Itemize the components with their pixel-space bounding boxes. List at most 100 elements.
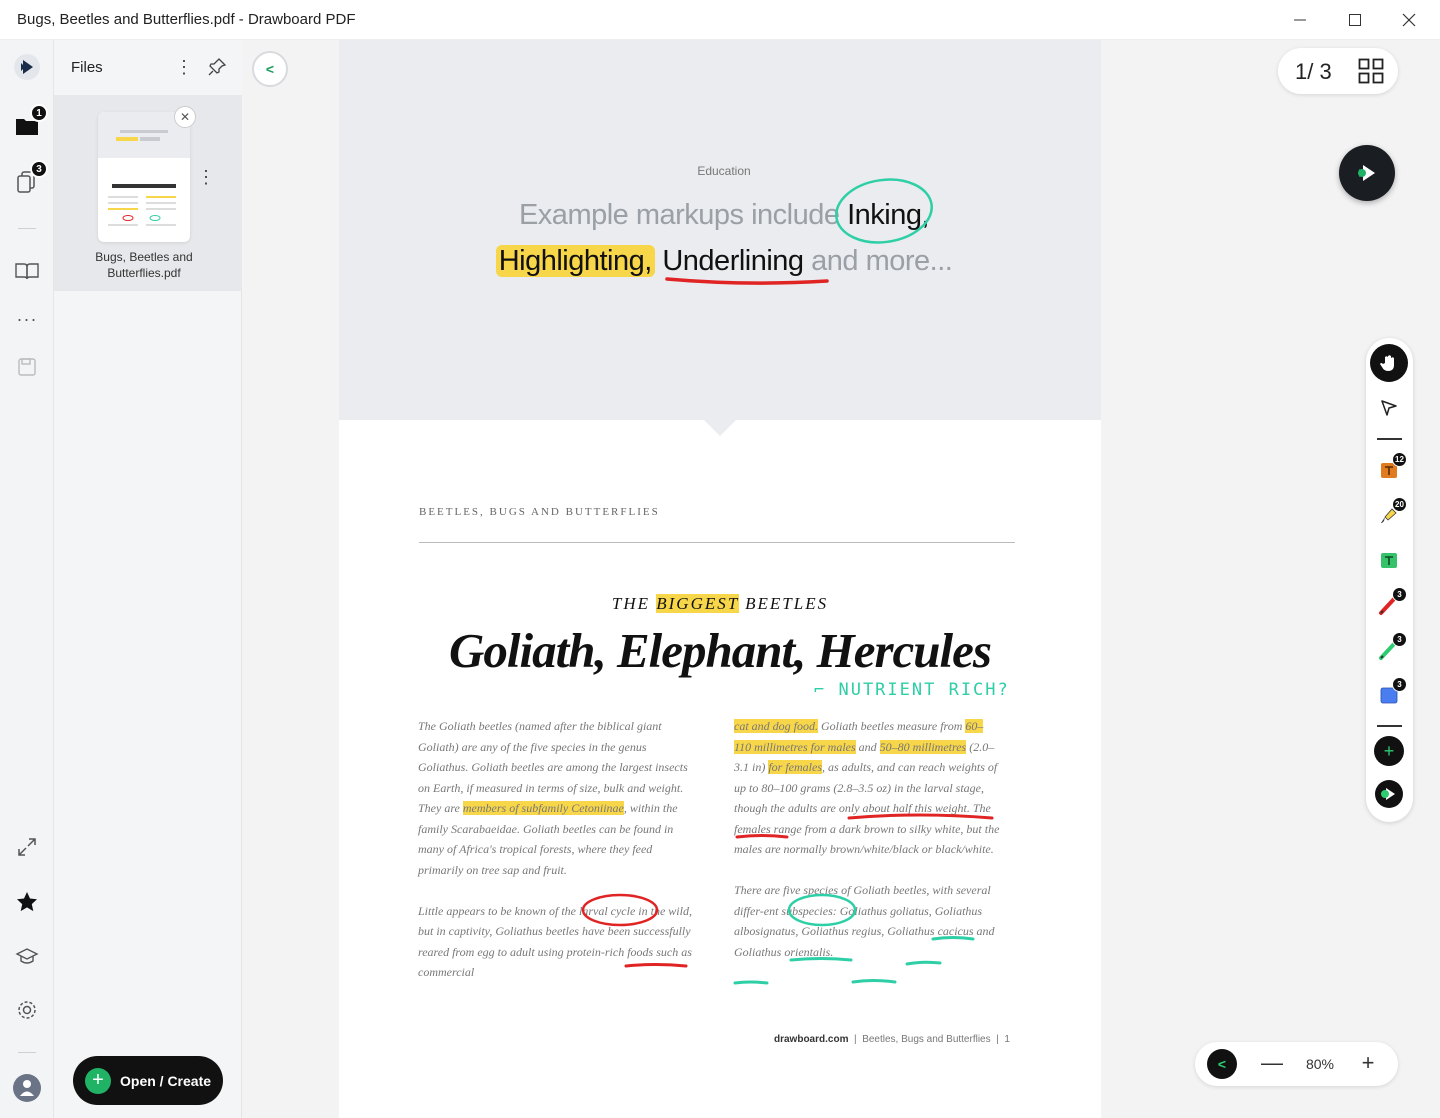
select-tool-button[interactable] — [1370, 389, 1408, 427]
file-menu-button[interactable]: ⋮ — [197, 167, 209, 188]
page-footer: drawboard.com | Beetles, Bugs and Butter… — [774, 1034, 1010, 1045]
gear-icon — [16, 999, 38, 1021]
footer-page-number: 1 — [1004, 1034, 1010, 1045]
files-panel-title: Files — [71, 59, 103, 76]
text-run: Goliath beetles measure from — [818, 719, 965, 733]
pan-tool-button[interactable] — [1370, 344, 1408, 382]
open-create-label: Open / Create — [120, 1073, 211, 1089]
app-logo-button[interactable] — [9, 49, 45, 85]
files-folder-button[interactable]: 1 — [9, 108, 45, 144]
pin-icon — [207, 57, 227, 77]
pin-panel-button[interactable] — [204, 54, 230, 80]
zoom-back-button[interactable]: < — [1207, 1049, 1237, 1079]
assistant-fab-button[interactable] — [1339, 145, 1395, 201]
documents-count-badge: 3 — [30, 160, 48, 178]
shape-tool-button[interactable]: 3 — [1370, 676, 1408, 714]
add-tool-button[interactable]: + — [1370, 732, 1408, 770]
drawboard-tools-button[interactable] — [1370, 775, 1408, 813]
current-page: 1 — [1295, 59, 1307, 84]
doc-divider — [419, 542, 1015, 543]
toolbar-divider — [1377, 438, 1402, 440]
library-button[interactable] — [9, 253, 45, 289]
files-panel: Files ⋮ — [54, 40, 242, 1118]
maximize-button[interactable] — [1328, 0, 1382, 40]
zoom-in-button[interactable]: + — [1355, 1049, 1381, 1079]
text-comment-tool-button[interactable] — [1370, 541, 1408, 579]
minimize-button[interactable] — [1273, 0, 1327, 40]
hero-line-1: Example markups include Inking, — [339, 192, 1109, 238]
doc-title: Goliath, Elephant, Hercules — [339, 622, 1101, 679]
category-label: Education — [339, 164, 1109, 178]
left-column: The Goliath beetles (named after the bib… — [418, 716, 698, 1003]
green-pen-tool-button[interactable]: 3 — [1370, 631, 1408, 669]
file-name-label: Bugs, Beetles and Butterflies.pdf — [74, 249, 214, 281]
hero-text: Example markups include Inking, Highligh… — [339, 192, 1109, 284]
highlighter-badge: 20 — [1392, 497, 1407, 512]
hero-inking-text: Inking, — [847, 199, 929, 231]
expand-icon — [16, 836, 38, 858]
doc-kicker: BEETLES, BUGS AND BUTTERFLIES — [419, 506, 660, 518]
open-documents-button[interactable]: 3 — [9, 164, 45, 200]
plus-icon: + — [1374, 736, 1404, 766]
text-run: , as adults, and can reach weights of up… — [734, 760, 999, 856]
highlighter-tool-button[interactable]: 20 — [1370, 496, 1408, 534]
subtitle-beetles: BEETLES — [745, 594, 828, 613]
text-run: and — [856, 740, 880, 754]
right-column: cat and dog food. Goliath beetles measur… — [734, 716, 1000, 983]
footer-site: drawboard.com — [774, 1034, 848, 1045]
footer-title: Beetles, Bugs and Butterflies — [862, 1034, 990, 1045]
book-open-icon — [14, 261, 40, 281]
thumbnail-preview-icon — [98, 112, 190, 242]
green-pen-badge: 3 — [1392, 632, 1407, 647]
hero-line-2: Highlighting, Underlining and more... — [339, 238, 1109, 284]
file-list-item[interactable]: ✕ ⋮ Bugs, Beetles and Butterflies.pdf — [54, 95, 242, 291]
save-button[interactable] — [9, 349, 45, 385]
pdf-page[interactable]: Education Example markups include Inking… — [339, 40, 1101, 1118]
learn-button[interactable] — [9, 939, 45, 975]
footer-separator: | — [854, 1034, 857, 1045]
open-create-button[interactable]: + Open / Create — [73, 1056, 223, 1105]
close-window-button[interactable] — [1382, 0, 1436, 40]
zoom-level[interactable]: 80% — [1297, 1056, 1343, 1072]
total-pages: 3 — [1320, 59, 1332, 84]
hero-underlining-text: Underlining — [662, 245, 803, 277]
drawboard-logo-icon — [1353, 159, 1381, 187]
favorites-button[interactable] — [9, 884, 45, 920]
settings-button[interactable] — [9, 992, 45, 1028]
doc-subtitle: THE BIGGEST BEETLES — [339, 594, 1101, 614]
folder-count-badge: 1 — [30, 104, 48, 122]
text-tool-badge: 12 — [1392, 452, 1407, 467]
right-paragraph-1: cat and dog food. Goliath beetles measur… — [734, 716, 1000, 860]
fullscreen-button[interactable] — [9, 829, 45, 865]
cursor-arrow-icon — [1379, 398, 1399, 418]
collapse-panel-button[interactable]: < — [252, 51, 288, 87]
files-header: Files ⋮ — [54, 40, 242, 95]
account-button[interactable] — [9, 1070, 45, 1106]
footer-separator: | — [996, 1034, 999, 1045]
annotation-toolbar: 12 20 3 3 3 + — [1366, 338, 1413, 822]
grid-view-icon[interactable] — [1358, 58, 1384, 84]
maximize-icon — [1348, 13, 1362, 27]
hero-notch — [702, 418, 738, 436]
close-icon — [1402, 13, 1416, 27]
shape-tool-badge: 3 — [1392, 677, 1407, 692]
zoom-out-button[interactable]: — — [1259, 1049, 1285, 1079]
text-tool-button[interactable]: 12 — [1370, 451, 1408, 489]
file-thumbnail — [98, 112, 190, 242]
subtitle-biggest: BIGGEST — [656, 594, 739, 613]
red-pen-badge: 3 — [1392, 587, 1407, 602]
zoom-controls: < — 80% + — [1195, 1042, 1398, 1086]
subtitle-the: THE — [612, 594, 650, 613]
close-file-button[interactable]: ✕ — [174, 106, 196, 128]
files-menu-button[interactable]: ⋮ — [175, 54, 193, 80]
more-icon: ··· — [17, 309, 38, 330]
rail-divider — [18, 1052, 36, 1053]
rail-divider — [18, 228, 36, 229]
hand-icon — [1379, 353, 1399, 373]
text-note-icon — [1379, 550, 1399, 570]
avatar-icon — [12, 1073, 42, 1103]
red-pen-tool-button[interactable]: 3 — [1370, 586, 1408, 624]
hero-plain-text: Example markups include — [519, 199, 840, 231]
more-options-button[interactable]: ··· — [9, 301, 45, 337]
page-counter[interactable]: 1/ 3 — [1278, 48, 1398, 94]
